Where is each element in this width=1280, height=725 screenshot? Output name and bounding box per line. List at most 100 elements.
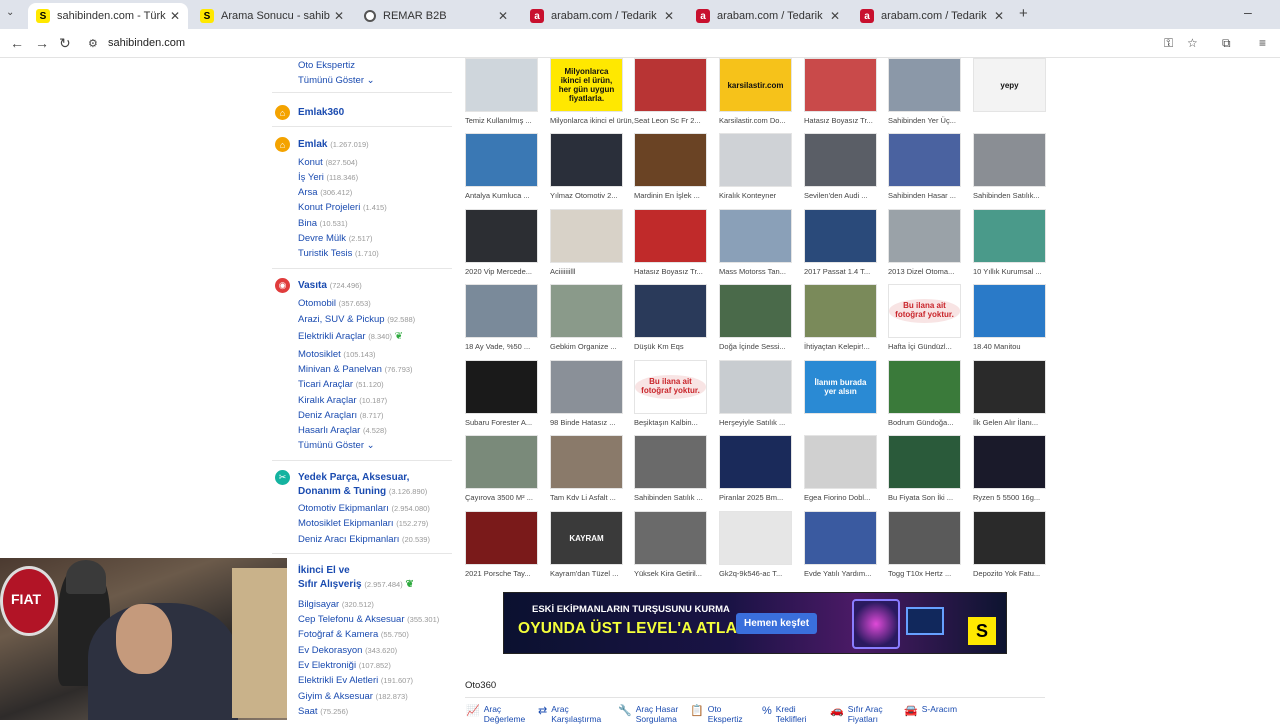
listing-thumbnail[interactable] [804,435,877,489]
listing-card[interactable]: 2021 Porsche Tay... [462,511,542,583]
sidebar-item-deniz[interactable]: Deniz Araçları (8.717) [298,410,384,421]
url-field[interactable]: sahibinden.com [108,37,185,49]
listing-card[interactable]: Temiz Kullanılmış ... [462,58,542,130]
tab-arama-sonucu[interactable]: S Arama Sonucu - sahibinden.co ✕ [192,3,352,29]
listing-caption[interactable]: İhtiyaçtan Kelepir!... [804,342,888,351]
listing-card[interactable]: İhtiyaçtan Kelepir!... [801,284,881,356]
listing-thumbnail[interactable]: İlanım burada yer alsın [804,360,877,414]
listing-thumbnail[interactable] [973,209,1046,263]
listing-thumbnail[interactable] [465,360,538,414]
listing-card[interactable]: Piranlar 2025 Bm... [716,435,796,507]
close-icon[interactable]: ✕ [170,9,180,23]
listing-card[interactable]: 98 Binde Hatasız ... [547,360,627,432]
listing-card[interactable]: Tam Kdv Li Asfalt ... [547,435,627,507]
tab-arabam-1[interactable]: a arabam.com / Tedarik ✕ [522,3,682,29]
listing-caption[interactable]: Bu Fiyata Son İki ... [888,493,972,502]
listing-caption[interactable]: 18 Ay Vade, %50 ... [465,342,549,351]
listing-caption[interactable]: 2017 Passat 1.4 T... [804,267,888,276]
listing-thumbnail[interactable] [634,435,707,489]
listing-card[interactable]: Hatasız Boyasız Tr... [631,209,711,281]
listing-card[interactable]: Hatasız Boyasız Tr... [801,58,881,130]
listing-thumbnail[interactable]: yepy [973,58,1046,112]
listing-thumbnail[interactable] [465,58,538,112]
listing-caption[interactable]: Bodrum Gündoğa... [888,418,972,427]
arac-hasar-sorgulama-link[interactable]: 🔧 Araç Hasar Sorgulama [618,704,678,725]
listing-caption[interactable]: Sahibinden Yer Üç... [888,116,972,125]
listing-card[interactable]: İlanım burada yer alsın [801,360,881,432]
listing-thumbnail[interactable]: KAYRAM [550,511,623,565]
listing-card[interactable]: Bu Fiyata Son İki ... [885,435,965,507]
listing-caption[interactable]: Evde Yatılı Yardım... [804,569,888,578]
menu-icon[interactable]: ≡ [1259,36,1266,50]
listing-card[interactable]: Egea Fiorino Dobl... [801,435,881,507]
listing-thumbnail[interactable] [465,511,538,565]
minimize-icon[interactable]: – [1244,4,1252,20]
listing-caption[interactable]: Hatasız Boyasız Tr... [804,116,888,125]
listing-thumbnail[interactable] [973,435,1046,489]
listing-card[interactable]: Gebkim Organize ... [547,284,627,356]
listing-thumbnail[interactable] [634,284,707,338]
sidebar-item-ev-dekorasyon[interactable]: Ev Dekorasyon (343.620) [298,645,397,656]
listing-caption[interactable]: 2013 Dizel Otoma... [888,267,972,276]
listing-card[interactable]: Gk2q-9k546-ac T... [716,511,796,583]
listing-thumbnail[interactable] [550,284,623,338]
listing-card[interactable]: İlk Gelen Alır İlanı... [970,360,1050,432]
listing-thumbnail[interactable] [465,435,538,489]
listing-card[interactable]: 2017 Passat 1.4 T... [801,209,881,281]
sidebar-item-deniz-araci-ekipmanlari[interactable]: Deniz Aracı Ekipmanları (20.539) [298,534,430,545]
listing-caption[interactable]: Gebkim Organize ... [550,342,634,351]
listing-caption[interactable]: Hafta İçi Gündüzl... [888,342,972,351]
listing-thumbnail[interactable] [719,511,792,565]
listing-caption[interactable]: Mass Motorss Tan... [719,267,803,276]
listing-card[interactable]: Yılmaz Otomotiv 2... [547,133,627,205]
listing-thumbnail[interactable]: karsilastir.com [719,58,792,112]
close-icon[interactable]: ✕ [334,9,344,23]
listing-caption[interactable]: Doğa İçinde Sessi... [719,342,803,351]
sidebar-item-otomobil[interactable]: Otomobil (357.653) [298,298,371,309]
sidebar-item-konut-projeleri[interactable]: Konut Projeleri (1.415) [298,202,387,213]
listing-caption[interactable]: 2021 Porsche Tay... [465,569,549,578]
listing-thumbnail[interactable] [550,435,623,489]
listing-caption[interactable]: Karsilastir.com Do... [719,116,803,125]
listing-card[interactable]: Bu ilana ait fotoğraf yoktur. Beşiktaşın … [631,360,711,432]
listing-card[interactable]: 2020 Vip Mercede... [462,209,542,281]
listing-thumbnail[interactable] [719,360,792,414]
listing-caption[interactable]: Antalya Kumluca ... [465,191,549,200]
listing-card[interactable]: Antalya Kumluca ... [462,133,542,205]
listing-card[interactable]: Mass Motorss Tan... [716,209,796,281]
listing-card[interactable]: Aciiiiiiilll [547,209,627,281]
listing-card[interactable]: Sahibinden Yer Üç... [885,58,965,130]
listing-card[interactable]: Çayırova 3500 M² ... [462,435,542,507]
listing-caption[interactable]: Kiralık Konteyner [719,191,803,200]
vasita-heading[interactable]: Vasıta (724.496) [298,280,362,291]
listing-caption[interactable]: Aciiiiiiilll [550,267,634,276]
listing-caption[interactable]: Seat Leon Sc Fr 2... [634,116,718,125]
tab-search-icon[interactable]: ⌄ [6,7,14,18]
sidebar-item-is-yeri[interactable]: İş Yeri (118.346) [298,172,358,183]
listing-card[interactable]: Depozito Yok Fatu... [970,511,1050,583]
tab-arabam-2[interactable]: a arabam.com / Tedarik ✕ [688,3,848,29]
listing-thumbnail[interactable] [973,284,1046,338]
tab-sahibinden-home[interactable]: S sahibinden.com - Türkiye'nin O ✕ [28,3,188,29]
listing-thumbnail[interactable] [550,360,623,414]
listing-caption[interactable]: Yüksek Kira Getiril... [634,569,718,578]
emlak-heading[interactable]: Emlak (1.267.019) [298,139,369,150]
listing-thumbnail[interactable] [888,435,961,489]
sidebar-item-fotograf[interactable]: Fotoğraf & Kamera (55.750) [298,629,409,640]
listing-card[interactable]: Herşeyiyle Satılık ... [716,360,796,432]
listing-thumbnail[interactable] [719,435,792,489]
listing-thumbnail[interactable] [634,133,707,187]
arac-degerleme-link[interactable]: 📈 Araç Değerleme [466,704,525,725]
listing-caption[interactable]: Tam Kdv Li Asfalt ... [550,493,634,502]
emlak360-link[interactable]: Emlak360 [298,107,344,118]
new-tab-icon[interactable]: + [1019,5,1028,22]
listing-card[interactable]: Milyonlarca ikinci el ürün, her gün uygu… [547,58,634,130]
listing-card[interactable]: Sevilen'den Audi ... [801,133,881,205]
hemen-kesfet-button[interactable]: Hemen keşfet [736,613,818,634]
sidebar-item-elektrikli-ev-aletleri[interactable]: Elektrikli Ev Aletleri (191.607) [298,675,413,686]
sidebar-item-konut[interactable]: Konut (827.504) [298,157,358,168]
listing-thumbnail[interactable] [634,511,707,565]
sidebar-item-minivan[interactable]: Minivan & Panelvan (76.793) [298,364,413,375]
yedek-heading-line1[interactable]: Yedek Parça, Aksesuar, [298,472,409,483]
password-key-icon[interactable]: ⚿ [1164,36,1173,51]
